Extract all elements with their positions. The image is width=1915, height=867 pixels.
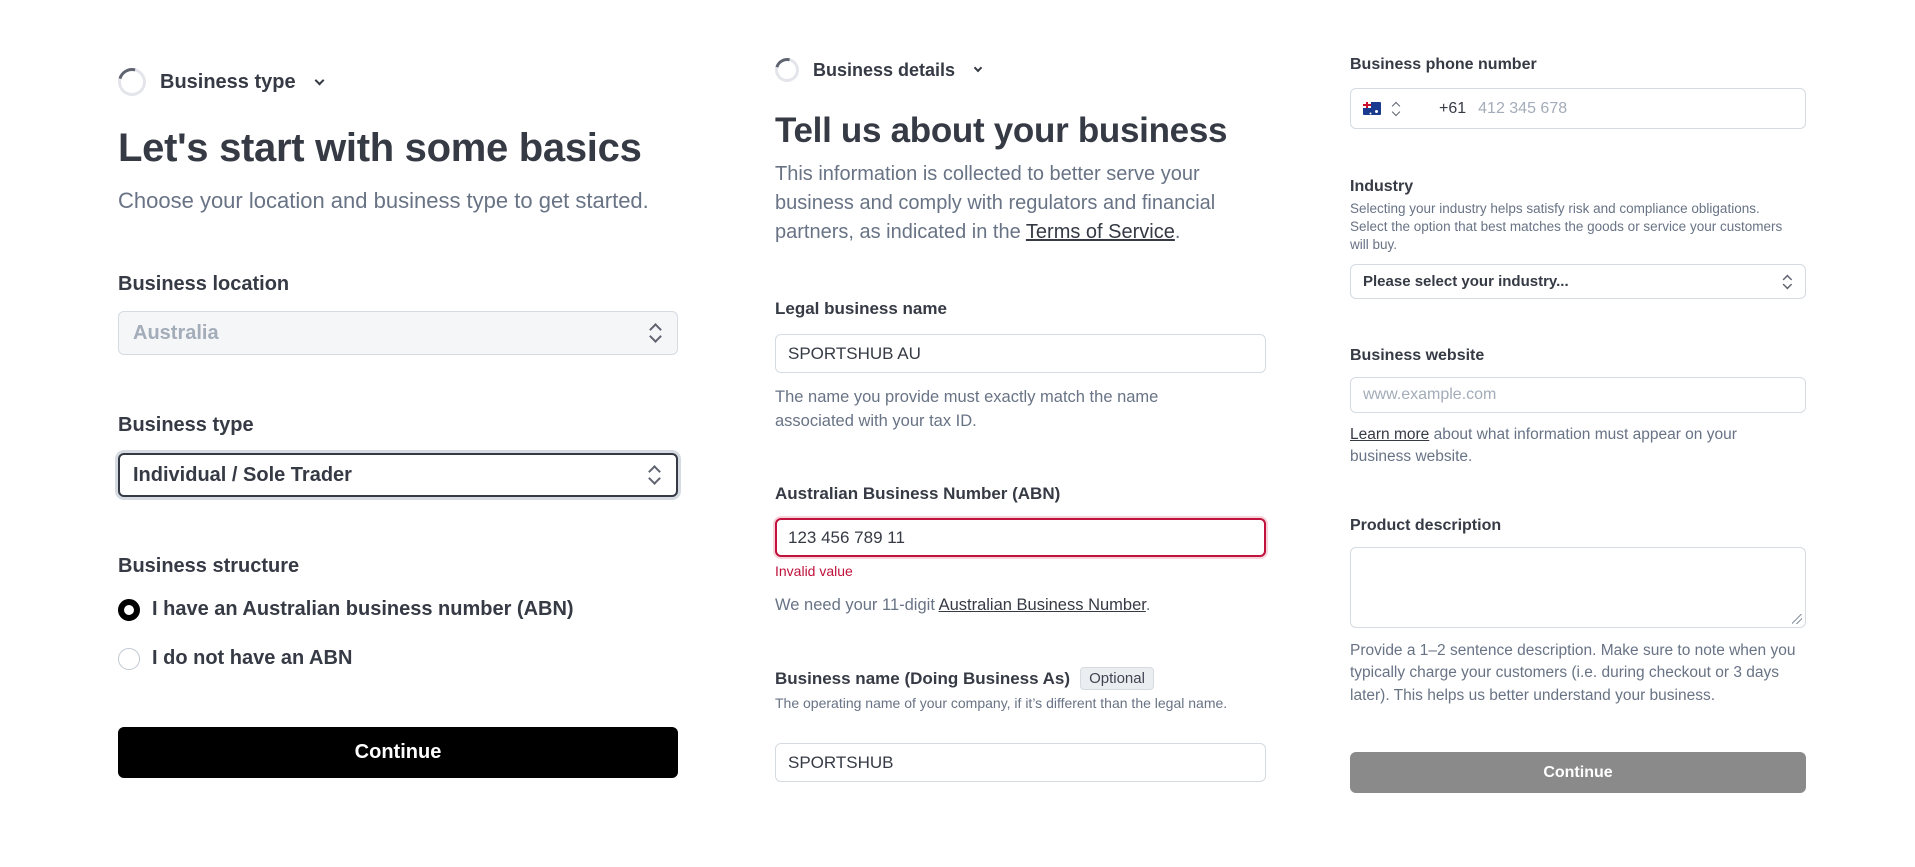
page-subtitle: Choose your location and business type t… [118,188,649,213]
abn-value: 123 456 789 11 [788,527,905,547]
page-title: Let's start with some basics [118,126,642,170]
legal-business-name-label: Legal business name [775,299,947,318]
dba-label: Business name (Doing Business As) [775,668,1071,688]
business-location-label: Business location [118,273,290,295]
select-arrows-icon [648,465,660,485]
australia-flag-icon [1363,102,1381,115]
legal-business-name-value: SPORTSHUB AU [788,343,921,363]
step-header-business-details[interactable]: Business details [770,53,983,87]
website-placeholder: www.example.com [1363,386,1497,403]
business-phone-label: Business phone number [1350,56,1537,73]
subtitle-period: . [1174,221,1181,243]
abn-input[interactable]: 123 456 789 11 [775,518,1266,557]
optional-badge: Optional [1080,667,1154,690]
dba-help: The operating name of your company, if i… [775,695,1228,711]
chevron-down-icon [973,63,983,73]
product-description-label: Product description [1350,517,1502,534]
radio-selected-icon [118,598,140,621]
phone-placeholder: 412 345 678 [1478,99,1568,117]
abn-help: We need your 11-digit Australian Busines… [775,594,1150,618]
select-arrows-icon [649,323,661,343]
industry-select[interactable]: Please select your industry... [1350,264,1806,299]
abn-help-text: We need your 11-digit [775,596,939,614]
select-arrows-icon [1391,101,1401,117]
step-label: Business details [813,59,956,80]
radio-has-abn[interactable]: I have an Australian business number (AB… [118,598,574,621]
product-description-textarea[interactable] [1350,547,1806,628]
radio-label: I do not have an ABN [152,647,353,669]
dba-input[interactable]: SPORTSHUB [775,743,1266,782]
select-arrows-icon [1783,274,1792,289]
progress-spinner-icon [112,62,152,102]
country-code-select[interactable] [1363,101,1401,117]
business-structure-label: Business structure [118,555,300,577]
step-header-business-type[interactable]: Business type [112,62,325,102]
radio-no-abn[interactable]: I do not have an ABN [118,647,352,670]
abn-error: Invalid value [775,563,853,579]
industry-label: Industry [1350,178,1414,195]
radio-label: I have an Australian business number (AB… [152,598,574,620]
abn-help-period: . [1145,596,1151,614]
website-help: Learn more about what information must a… [1350,424,1780,469]
continue-button-disabled[interactable]: Continue [1350,752,1806,793]
legal-business-name-help: The name you provide must exactly match … [775,388,1159,430]
business-type-select[interactable]: Individual / Sole Trader [118,453,678,497]
step-label: Business type [160,70,296,93]
business-phone-input[interactable]: +61 412 345 678 [1350,88,1806,129]
business-type-value: Individual / Sole Trader [133,463,352,486]
progress-spinner-icon [770,53,804,87]
abn-label: Australian Business Number (ABN) [775,484,1061,503]
abn-link[interactable]: Australian Business Number [939,596,1146,614]
business-location-select[interactable]: Australia [118,311,678,355]
legal-business-name-input[interactable]: SPORTSHUB AU [775,334,1266,373]
product-description-help: Provide a 1–2 sentence description. Make… [1350,642,1796,704]
terms-of-service-link[interactable]: Terms of Service [1026,221,1175,243]
learn-more-link[interactable]: Learn more [1350,426,1429,443]
radio-unselected-icon [118,647,140,670]
dba-value: SPORTSHUB [788,752,894,772]
page-subtitle: This information is collected to better … [775,160,1245,247]
business-website-input[interactable]: www.example.com [1350,377,1806,413]
dba-label-row: Business name (Doing Business As) Option… [775,667,1154,690]
chevron-down-icon [314,75,325,85]
business-type-label: Business type [118,414,254,436]
continue-button[interactable]: Continue [118,727,678,778]
page-title: Tell us about your business [775,111,1228,150]
industry-value: Please select your industry... [1363,273,1569,290]
business-website-label: Business website [1350,347,1485,364]
industry-help: Selecting your industry helps satisfy ri… [1350,201,1783,253]
resize-handle-icon[interactable] [1792,614,1802,624]
phone-prefix: +61 [1439,99,1467,117]
business-location-value: Australia [133,321,219,344]
